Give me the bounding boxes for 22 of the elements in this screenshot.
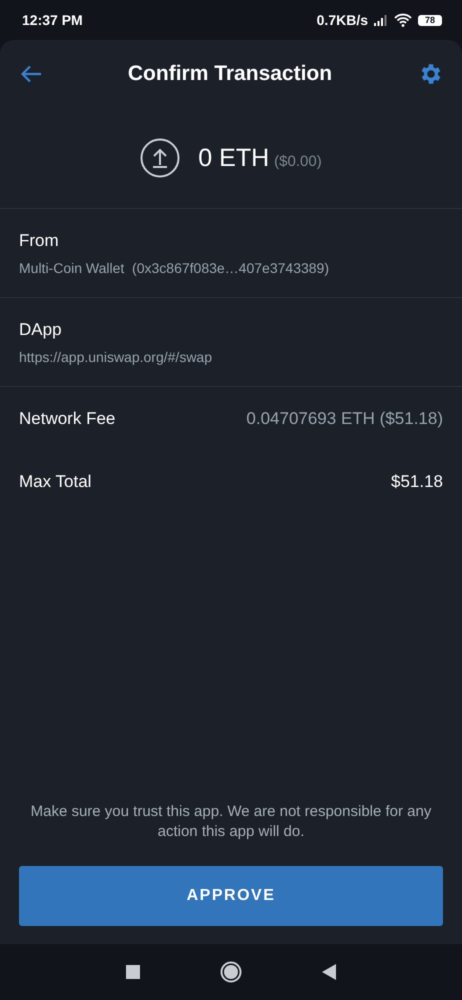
summary-value: $51.18: [391, 472, 443, 492]
section-label: DApp: [19, 320, 63, 340]
summary-label: Max Total: [19, 472, 92, 492]
upload-icon: [140, 138, 180, 178]
home-icon[interactable]: [220, 961, 242, 983]
wifi-icon: [394, 13, 412, 27]
section-value: https://app.uniswap.org/#/swap: [19, 348, 214, 364]
disclaimer-text: Make sure you trust this app. We are not responsible for any action this app will do.: [30, 802, 432, 842]
network-speed: 0.7KB/s: [316, 12, 368, 28]
section-label: From: [19, 230, 60, 250]
screen-title: Confirm Transaction: [126, 62, 334, 86]
amount-fiat: ($0.00): [274, 152, 322, 170]
signal-icon: [374, 14, 388, 26]
back-icon[interactable]: [322, 964, 336, 980]
battery-icon: 78: [418, 14, 442, 26]
amount-value: 0 ETH: [198, 144, 270, 172]
summary-label: Network Fee: [19, 408, 116, 428]
back-arrow-icon[interactable]: [20, 65, 42, 83]
summary-value: 0.04707693 ETH ($51.18): [246, 408, 443, 428]
section-value: Multi-Coin Wallet (0x3c867f083e…407e3743389): [19, 260, 330, 276]
approve-button[interactable]: APPROVE: [19, 866, 443, 926]
status-time: 12:37 PM: [22, 12, 83, 28]
